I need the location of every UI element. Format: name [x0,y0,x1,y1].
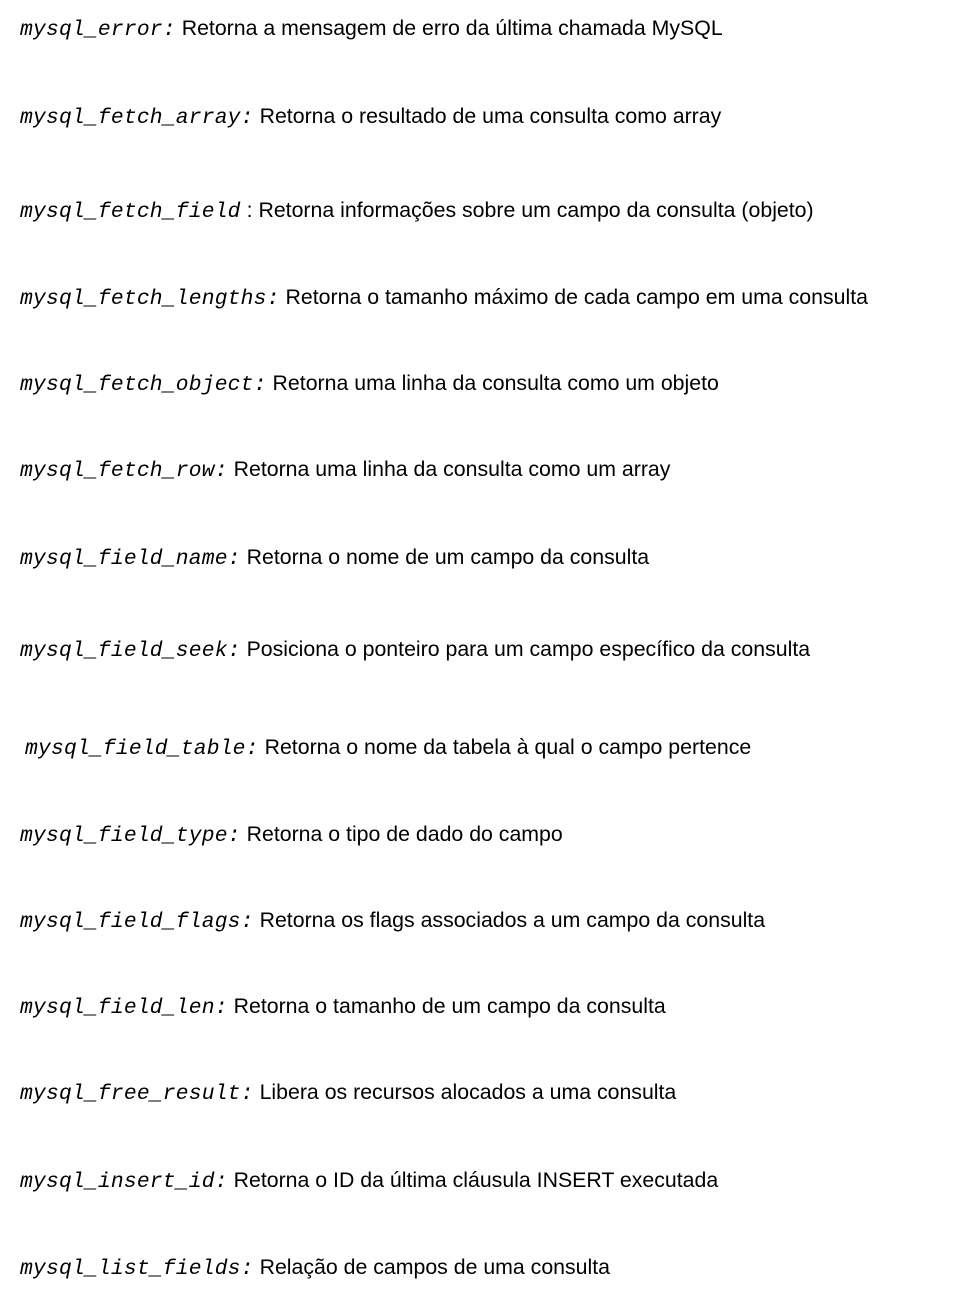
function-entry: mysql_field_len: Retorna o tamanho de um… [20,992,940,1024]
function-entry: mysql_fetch_object: Retorna uma linha da… [20,369,940,401]
function-entry: mysql_error: Retorna a mensagem de erro … [20,14,940,46]
function-name: mysql_field_name: [20,547,241,571]
function-description: Retorna o nome de um campo da consulta [247,545,650,569]
function-entry: mysql_fetch_field : Retorna informações … [20,196,940,228]
function-name: mysql_field_type: [20,824,241,848]
function-description: Retorna o resultado de uma consulta como… [260,104,722,128]
function-name: mysql_insert_id: [20,1170,228,1194]
function-description: Retorna o nome da tabela à qual o campo … [265,735,752,759]
function-entry: mysql_fetch_lengths: Retorna o tamanho m… [20,283,940,315]
function-description: Relação de campos de uma consulta [260,1255,610,1279]
function-name: mysql_fetch_array: [20,106,254,130]
function-name: mysql_field_len: [20,996,228,1020]
function-entry: mysql_list_fields: Relação de campos de … [20,1253,940,1285]
function-name: mysql_fetch_object: [20,373,267,397]
function-description: Retorna o ID da última cláusula INSERT e… [234,1168,719,1192]
function-entry: mysql_field_name: Retorna o nome de um c… [20,543,940,575]
function-description: Retorna os flags associados a um campo d… [260,908,766,932]
function-entry: mysql_fetch_array: Retorna o resultado d… [20,102,940,134]
function-definition-list: mysql_error: Retorna a mensagem de erro … [20,14,940,1285]
function-name: mysql_fetch_lengths: [20,287,280,311]
function-description: Retorna uma linha da consulta como um ar… [234,457,671,481]
function-name: mysql_fetch_field [20,200,241,224]
function-entry: mysql_field_flags: Retorna os flags asso… [20,906,940,938]
function-name: mysql_field_table: [25,737,259,761]
function-name: mysql_fetch_row: [20,459,228,483]
function-entry: mysql_fetch_row: Retorna uma linha da co… [20,455,940,487]
function-name: mysql_field_seek: [20,639,241,663]
function-name: mysql_list_fields: [20,1257,254,1281]
function-entry: mysql_field_seek: Posiciona o ponteiro p… [20,635,940,667]
function-description: Retorna informações sobre um campo da co… [258,198,813,222]
function-name: mysql_field_flags: [20,910,254,934]
function-entry: mysql_free_result: Libera os recursos al… [20,1078,940,1110]
function-name: mysql_error: [20,18,176,42]
function-entry: mysql_field_type: Retorna o tipo de dado… [20,820,940,852]
function-description: Libera os recursos alocados a uma consul… [260,1080,677,1104]
function-description: Retorna o tamanho máximo de cada campo e… [286,285,868,309]
function-description: Retorna a mensagem de erro da última cha… [182,16,723,40]
separator: : [241,198,259,222]
function-description: Retorna o tamanho de um campo da consult… [234,994,666,1018]
function-name: mysql_free_result: [20,1082,254,1106]
function-entry: mysql_field_table: Retorna o nome da tab… [20,733,940,765]
function-description: Retorna o tipo de dado do campo [247,822,563,846]
function-description: Retorna uma linha da consulta como um ob… [273,371,719,395]
function-entry: mysql_insert_id: Retorna o ID da última … [20,1166,940,1198]
function-description: Posiciona o ponteiro para um campo espec… [247,637,811,661]
